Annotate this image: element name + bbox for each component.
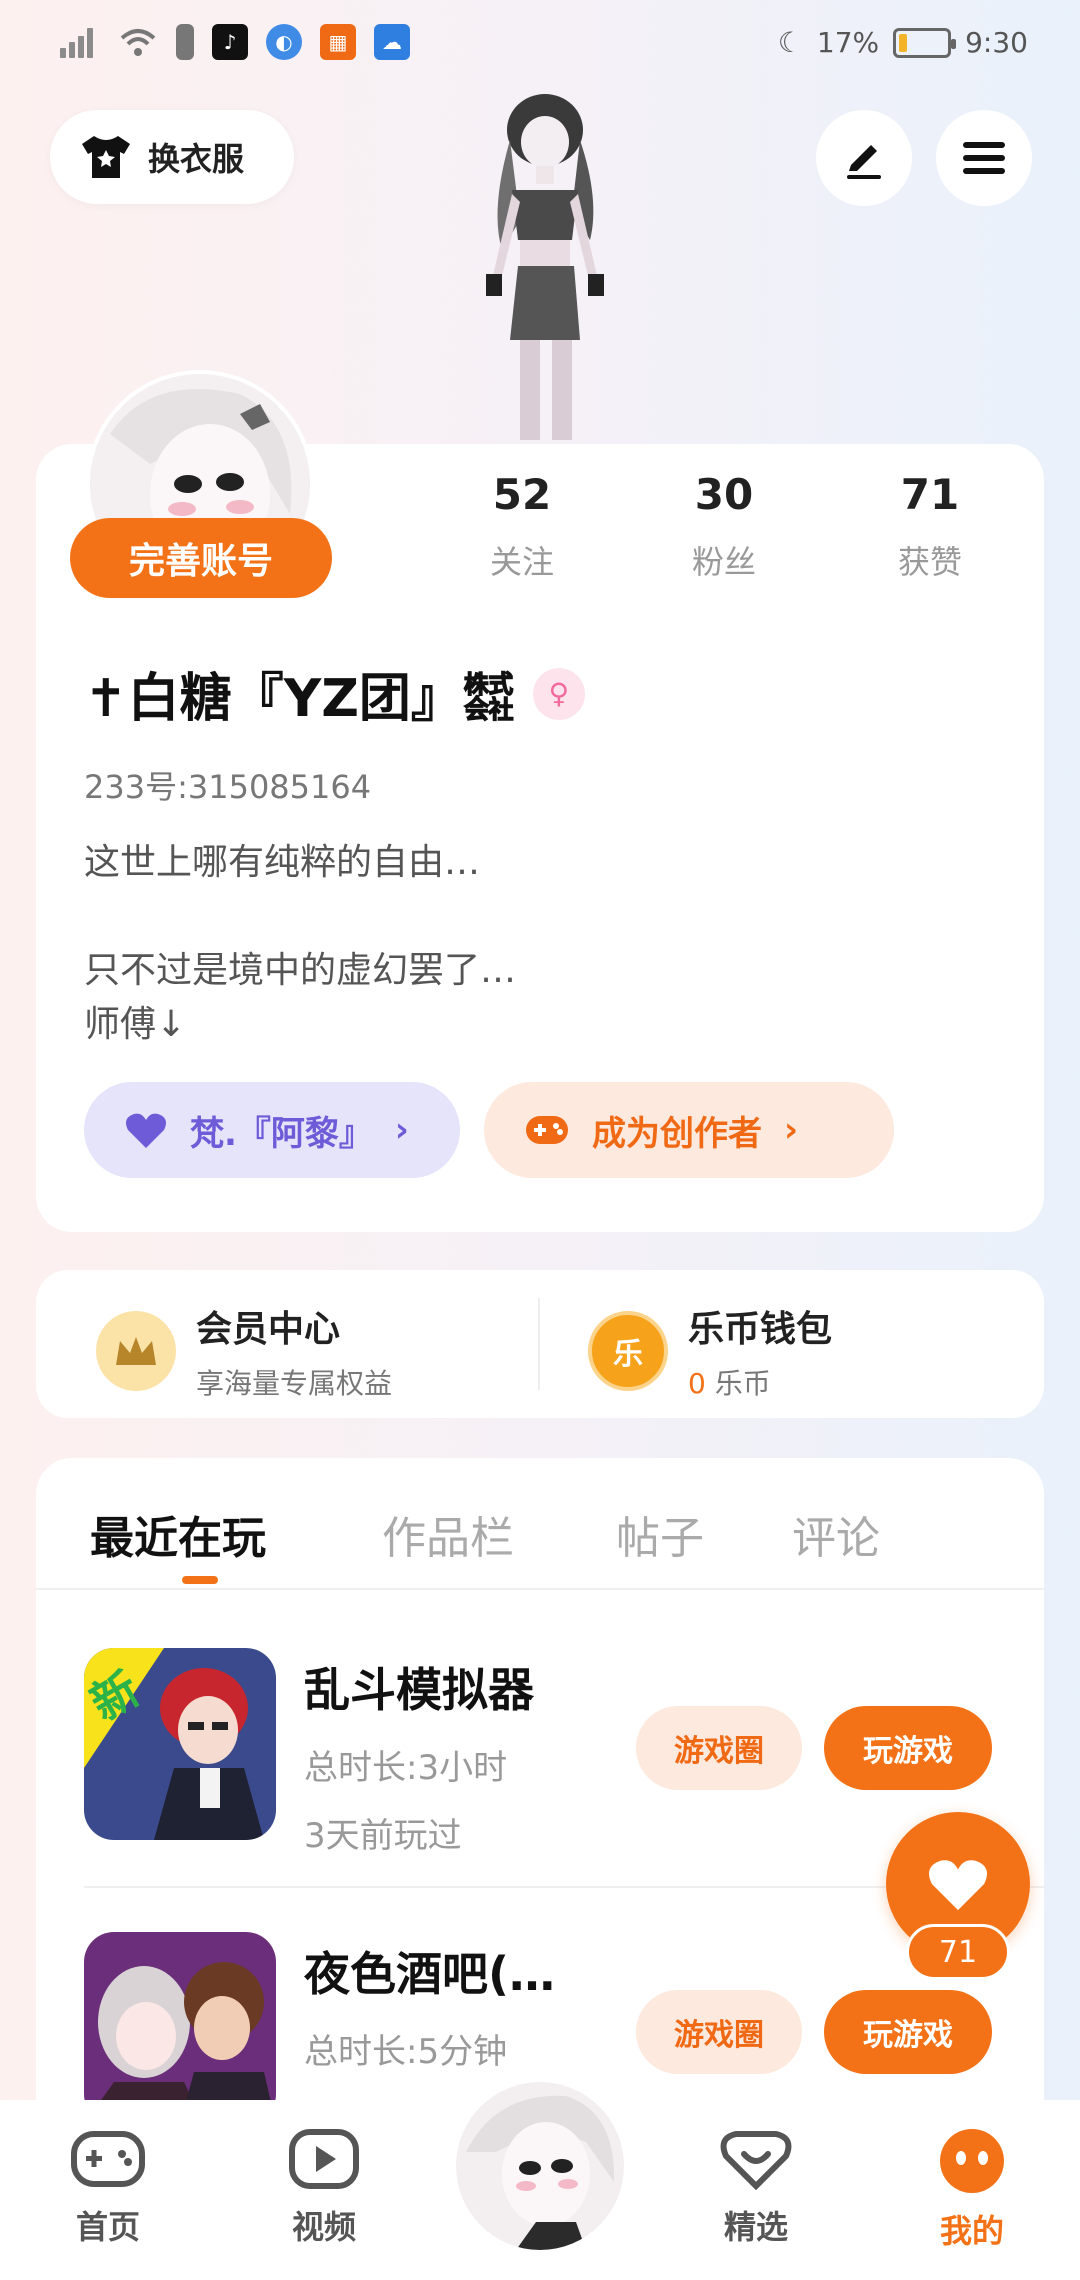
coin-icon: 乐 [588, 1311, 668, 1391]
profile-face-icon [940, 2129, 1004, 2193]
vip-center[interactable]: 会员中心 享海量专属权益 [96, 1300, 392, 1402]
member-wallet-card: 会员中心 享海量专属权益 乐 乐币钱包 0 乐币 [36, 1270, 1044, 1418]
shirt-icon [82, 136, 130, 178]
nav-home-label: 首页 [75, 2208, 140, 2246]
nav-video[interactable]: 视频 [264, 2128, 384, 2248]
following-label: 关注 [489, 543, 554, 581]
edit-profile-button[interactable] [816, 110, 912, 206]
nav-featured-label: 精选 [723, 2208, 788, 2246]
weather-icon: ☁ [374, 24, 410, 60]
change-outfit-label: 换衣服 [148, 140, 245, 178]
play-game-button[interactable]: 玩游戏 [824, 1990, 992, 2074]
battery-percent: 17% [816, 26, 880, 59]
wifi-icon [120, 29, 156, 56]
crown-icon [96, 1311, 176, 1391]
gamepad-icon [526, 1116, 568, 1144]
heart-icon [126, 1113, 166, 1148]
app-grid-icon: ▦ [320, 24, 356, 60]
tab-works[interactable]: 作品栏 [382, 1502, 514, 1566]
game-item[interactable]: 新 乱斗模拟器 总时长:3小时 3天前玩过 游戏圈 玩游戏 [84, 1648, 1004, 1856]
chevron-right-icon: › [394, 1110, 409, 1150]
pencil-icon [847, 145, 881, 179]
guild-button[interactable]: 梵.『阿黎』 › [84, 1082, 460, 1178]
clock: 9:30 [965, 26, 1028, 59]
likes-count: 71 [900, 470, 960, 519]
moon-icon: ☾ [777, 26, 803, 59]
nav-avatar-button[interactable] [456, 2082, 624, 2250]
vip-title: 会员中心 [196, 1309, 341, 1350]
username: ✝白糖『YZ团』㍿ [84, 669, 515, 729]
hamburger-icon [963, 142, 1005, 174]
game-circle-button[interactable]: 游戏圈 [636, 1706, 802, 1790]
sim-icon [176, 24, 194, 60]
female-icon: ♀ [532, 667, 585, 720]
nav-video-label: 视频 [291, 2208, 356, 2246]
avatar-figure[interactable] [440, 90, 650, 445]
battery-icon [893, 27, 957, 58]
game-thumbnail[interactable] [84, 1932, 276, 2124]
game-circle-button[interactable]: 游戏圈 [636, 1990, 802, 2074]
bio: 这世上哪有纯粹的自由… 只不过是境中的虚幻罢了… 师傅↓ [84, 842, 517, 1045]
wallet-unit: 乐币 [714, 1367, 771, 1400]
game-title: 乱斗模拟器 [304, 1663, 534, 1717]
username-row: ✝白糖『YZ团』㍿ ♀ [84, 656, 585, 731]
coin-wallet[interactable]: 乐 乐币钱包 0 乐币 [588, 1300, 832, 1402]
game-thumbnail[interactable]: 新 [84, 1648, 276, 1840]
guild-label: 梵.『阿黎』 [190, 1113, 373, 1154]
stat-likes[interactable]: 71 获赞 [850, 470, 1010, 583]
game-title: 夜色酒吧(… [304, 1947, 556, 2001]
tab-indicator [182, 1576, 218, 1584]
menu-button[interactable] [936, 110, 1032, 206]
tiktok-icon: ♪ [212, 24, 248, 60]
heart-badge-icon [720, 2131, 792, 2191]
nav-profile[interactable]: 我的 [912, 2128, 1032, 2252]
browser-icon: ◐ [266, 24, 302, 60]
last-played: 3天前玩过 [304, 1816, 462, 1856]
vip-subtitle: 享海量专属权益 [196, 1367, 393, 1400]
become-creator-button[interactable]: 成为创作者 › [484, 1082, 894, 1178]
nav-home[interactable]: 首页 [48, 2128, 168, 2248]
wallet-balance: 0 乐币 [688, 1362, 832, 1402]
chevron-right-icon: › [784, 1110, 799, 1150]
stat-following[interactable]: 52 关注 [442, 470, 602, 583]
wallet-amount: 0 [688, 1367, 706, 1400]
game-meta: 总时长:3小时 3天前玩过 [304, 1734, 507, 1870]
status-bar: ♪ ◐ ▦ ☁ ☾ 17% 9:30 [0, 0, 1080, 92]
user-id[interactable]: 233号:315085164 [84, 762, 371, 808]
become-creator-label: 成为创作者 [592, 1113, 762, 1154]
play-duration: 总时长:3小时 [304, 1748, 508, 1788]
nav-featured[interactable]: 精选 [696, 2128, 816, 2248]
stat-followers[interactable]: 30 粉丝 [644, 470, 804, 583]
likes-label: 获赞 [897, 543, 962, 581]
signal-icon [60, 26, 100, 58]
tab-comments[interactable]: 评论 [792, 1502, 880, 1566]
play-icon [289, 2129, 359, 2189]
following-count: 52 [492, 470, 552, 519]
followers-count: 30 [694, 470, 754, 519]
play-game-button[interactable]: 玩游戏 [824, 1706, 992, 1790]
tab-posts[interactable]: 帖子 [616, 1502, 704, 1566]
followers-label: 粉丝 [691, 543, 756, 581]
play-duration: 总时长:5分钟 [304, 2032, 508, 2072]
wallet-title: 乐币钱包 [688, 1309, 833, 1350]
gamepad-icon [71, 2131, 145, 2187]
complete-account-badge[interactable]: 完善账号 [70, 518, 332, 598]
heart-icon [929, 1860, 987, 1911]
nav-profile-label: 我的 [939, 2212, 1004, 2250]
like-count: 71 [906, 1924, 1010, 1980]
divider [538, 1298, 540, 1390]
change-outfit-button[interactable]: 换衣服 [50, 110, 294, 204]
tab-divider [36, 1588, 1044, 1590]
tab-recently-played[interactable]: 最近在玩 [90, 1502, 266, 1566]
